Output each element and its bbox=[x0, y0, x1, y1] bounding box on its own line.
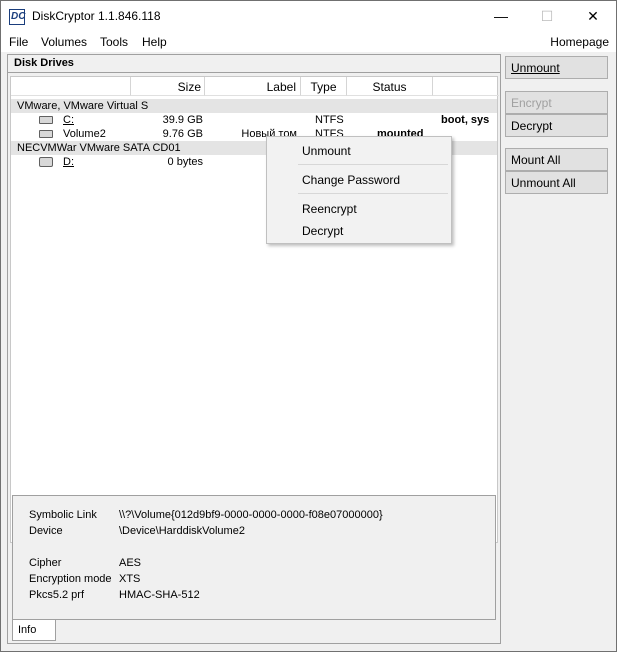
menu-volumes[interactable]: Volumes bbox=[41, 35, 87, 49]
device-name: NECVMWar VMware SATA CD01 bbox=[17, 142, 181, 154]
menu-bar: File Volumes Tools Help Homepage bbox=[1, 32, 616, 52]
context-menu-change-password[interactable]: Change Password bbox=[302, 173, 400, 187]
decrypt-button[interactable]: Decrypt bbox=[505, 114, 608, 137]
homepage-link[interactable]: Homepage bbox=[550, 35, 609, 49]
info-value-prf: HMAC-SHA-512 bbox=[119, 589, 200, 601]
app-logo-icon: DC bbox=[9, 9, 25, 25]
volume-size: 9.76 GB bbox=[162, 128, 203, 140]
volume-size: 0 bytes bbox=[167, 156, 203, 168]
info-label-prf: Pkcs5.2 prf bbox=[29, 589, 85, 601]
volume-type: NTFS bbox=[315, 114, 344, 126]
hard-drive-icon bbox=[39, 116, 53, 124]
volume-name: C: bbox=[63, 114, 74, 126]
cd-drive-icon bbox=[39, 157, 53, 167]
menu-separator bbox=[298, 193, 448, 194]
window-title: DiskCryptor 1.1.846.118 bbox=[32, 9, 161, 23]
maximize-button: ☐ bbox=[540, 8, 554, 24]
column-header-label[interactable]: Label bbox=[205, 77, 301, 96]
context-menu: Unmount Change Password Reencrypt Decryp… bbox=[266, 136, 452, 244]
tab-info[interactable]: Info bbox=[12, 620, 56, 641]
column-header-status[interactable]: Status bbox=[347, 77, 433, 96]
volume-row[interactable]: C: 39.9 GB NTFS boot, sys bbox=[11, 113, 497, 127]
context-menu-unmount[interactable]: Unmount bbox=[302, 144, 351, 158]
minimize-button[interactable]: — bbox=[478, 1, 524, 32]
info-panel: Symbolic Link \\?\Volume{012d9bf9-0000-0… bbox=[12, 495, 496, 620]
unmount-all-button[interactable]: Unmount All bbox=[505, 171, 608, 194]
info-value-symbolic-link: \\?\Volume{012d9bf9-0000-0000-0000-f08e0… bbox=[119, 509, 383, 521]
column-header-type[interactable]: Type bbox=[301, 77, 347, 96]
info-value-encryption-mode: XTS bbox=[119, 573, 141, 585]
menu-file[interactable]: File bbox=[9, 35, 28, 49]
info-value-cipher: AES bbox=[119, 557, 142, 569]
context-menu-decrypt[interactable]: Decrypt bbox=[302, 224, 343, 238]
volume-name: Volume2 bbox=[63, 128, 106, 140]
menu-tools[interactable]: Tools bbox=[100, 35, 128, 49]
device-name: VMware, VMware Virtual S bbox=[17, 100, 149, 112]
encrypt-button: Encrypt bbox=[505, 91, 608, 114]
volume-flags: boot, sys bbox=[441, 114, 490, 126]
info-label-encryption-mode: Encryption mode bbox=[29, 573, 112, 585]
mount-all-button[interactable]: Mount All bbox=[505, 148, 608, 171]
volume-size: 39.9 GB bbox=[162, 114, 203, 126]
unmount-button[interactable]: Unmount bbox=[505, 56, 608, 79]
main-window: DC DiskCryptor 1.1.846.118 — ☐ ✕ File Vo… bbox=[0, 0, 617, 652]
panel-header: Disk Drives bbox=[8, 55, 500, 73]
column-header-size[interactable]: Size bbox=[131, 77, 205, 96]
info-label-symbolic-link: Symbolic Link bbox=[29, 509, 97, 521]
info-label-cipher: Cipher bbox=[29, 557, 62, 569]
close-button[interactable]: ✕ bbox=[570, 1, 616, 32]
info-value-device: \Device\HarddiskVolume2 bbox=[119, 525, 245, 537]
context-menu-reencrypt[interactable]: Reencrypt bbox=[302, 202, 357, 216]
menu-separator bbox=[298, 164, 448, 165]
device-row[interactable]: VMware, VMware Virtual S bbox=[11, 99, 497, 113]
column-header-flags[interactable] bbox=[433, 77, 499, 96]
column-header-name[interactable] bbox=[11, 77, 131, 96]
volume-name: D: bbox=[63, 156, 74, 168]
title-bar: DC DiskCryptor 1.1.846.118 — ☐ ✕ bbox=[1, 1, 616, 32]
panel-title: Disk Drives bbox=[14, 57, 74, 69]
menu-help[interactable]: Help bbox=[142, 35, 167, 49]
info-label-device: Device bbox=[29, 525, 63, 537]
hard-drive-icon bbox=[39, 130, 53, 138]
